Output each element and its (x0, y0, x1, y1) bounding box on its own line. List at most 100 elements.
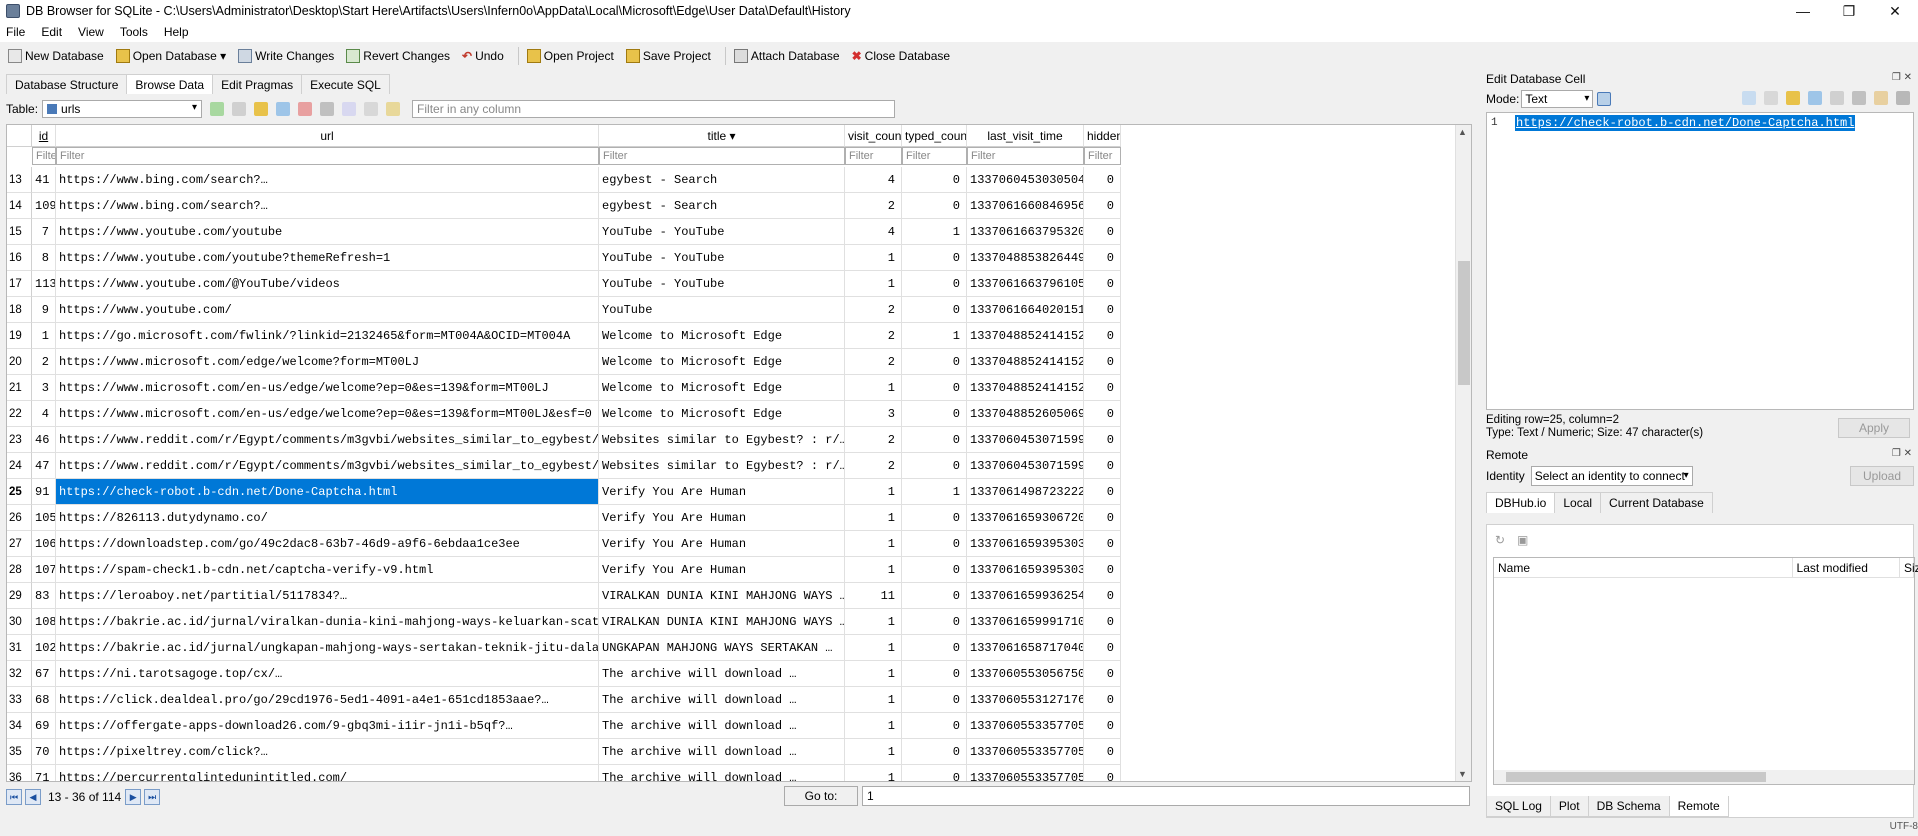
table-cell[interactable]: 0 (1084, 427, 1121, 453)
table-cell[interactable]: 1 (845, 557, 902, 583)
table-cell[interactable]: 13370488524141524 (967, 349, 1084, 375)
filter-url[interactable]: Filter (56, 147, 599, 165)
table-cell[interactable]: 1 (845, 635, 902, 661)
table-cell[interactable]: 0 (902, 375, 967, 401)
tab-current-database[interactable]: Current Database (1600, 492, 1713, 513)
float-close-icon[interactable]: ❐ ✕ (1892, 72, 1912, 83)
table-cell[interactable]: https://www.youtube.com/@YouTube/videos (56, 271, 599, 297)
table-cell[interactable]: https://click.dealdeal.pro/go/29cd1976-5… (56, 687, 599, 713)
column-header-size[interactable]: Size (1900, 558, 1918, 577)
table-cell[interactable]: Verify You Are Human (599, 557, 845, 583)
table-cell[interactable]: 2 (845, 427, 902, 453)
filter-id[interactable]: Filter (32, 147, 56, 165)
table-cell[interactable]: https://bakrie.ac.id/jurnal/ungkapan-mah… (56, 635, 599, 661)
identity-select[interactable]: Select an identity to connect ▾ (1530, 466, 1693, 486)
filter-visit-count[interactable]: Filter (845, 147, 902, 165)
table-cell[interactable]: VIRALKAN DUNIA KINI MAHJONG WAYS … (599, 583, 845, 609)
table-cell[interactable]: Welcome to Microsoft Edge (599, 323, 845, 349)
clear-icon[interactable] (1874, 91, 1888, 105)
table-cell[interactable]: 0 (902, 557, 967, 583)
table-row[interactable]: 36 71 https://percurrentglintedunintitled.… (7, 765, 1121, 781)
table-cell[interactable]: 1 (902, 219, 967, 245)
table-cell[interactable]: The archive will download … (599, 661, 845, 687)
table-cell[interactable]: 13370616599362540 (967, 583, 1084, 609)
table-cell[interactable]: 1 (845, 661, 902, 687)
table-cell[interactable]: 46 (32, 427, 56, 453)
table-cell[interactable]: 13370616593953038 (967, 557, 1084, 583)
table-cell[interactable]: 13370488526050699 (967, 401, 1084, 427)
scrollbar-thumb[interactable] (1458, 261, 1470, 385)
table-cell[interactable]: 13370604530715997 (967, 453, 1084, 479)
table-cell[interactable]: 0 (902, 635, 967, 661)
column-header-id[interactable]: id (32, 125, 56, 147)
table-cell[interactable]: 0 (1084, 479, 1121, 505)
filter-typed-count[interactable]: Filter (902, 147, 967, 165)
clear-filters-icon[interactable] (232, 102, 247, 116)
global-filter-input[interactable]: Filter in any column (412, 100, 896, 118)
grid-vertical-scrollbar[interactable]: ▲ ▼ (1455, 125, 1471, 781)
table-cell[interactable]: 13370604530305046 (967, 167, 1084, 193)
table-cell[interactable]: https://check-robot.b-cdn.net/Done-Captc… (56, 479, 599, 505)
table-cell[interactable]: 13370616587170402 (967, 635, 1084, 661)
table-cell[interactable]: 1 (32, 323, 56, 349)
tab-edit-pragmas[interactable]: Edit Pragmas (212, 74, 303, 94)
export-icon[interactable] (1808, 91, 1822, 105)
column-header-title[interactable]: title ▾ (599, 125, 845, 147)
table-cell[interactable]: 0 (1084, 739, 1121, 765)
table-row[interactable]: 13 41 https://www.bing.com/search?… egybest… (7, 167, 1121, 193)
table-cell[interactable]: 0 (902, 427, 967, 453)
table-row[interactable]: 23 46 https://www.reddit.com/r/Egypt/comme… (7, 427, 1121, 453)
table-cell[interactable]: UNGKAPAN MAHJONG WAYS SERTAKAN … (599, 635, 845, 661)
table-cell[interactable]: 13370616593953038 (967, 531, 1084, 557)
table-cell[interactable]: 106 (32, 531, 56, 557)
table-cell[interactable]: 13370605533577058 (967, 765, 1084, 781)
tab-execute-sql[interactable]: Execute SQL (301, 74, 390, 94)
table-cell[interactable]: 13370616599917103 (967, 609, 1084, 635)
table-cell[interactable]: 0 (1084, 219, 1121, 245)
save-cell-icon[interactable] (1852, 91, 1866, 105)
table-cell[interactable]: 8 (32, 245, 56, 271)
table-row[interactable]: 25 91 https://check-robot.b-cdn.net/Done-C… (7, 479, 1121, 505)
menu-edit[interactable]: Edit (41, 25, 62, 39)
table-cell[interactable]: 0 (1084, 505, 1121, 531)
tab-sql-log[interactable]: SQL Log (1486, 796, 1551, 817)
cell-editor[interactable]: 1 https://check-robot.b-cdn.net/Done-Cap… (1486, 112, 1914, 410)
tab-db-schema[interactable]: DB Schema (1587, 796, 1670, 817)
column-header-url[interactable]: url (56, 125, 599, 147)
table-cell[interactable]: 3 (32, 375, 56, 401)
table-cell[interactable]: 0 (902, 739, 967, 765)
table-cell[interactable]: 0 (1084, 271, 1121, 297)
menu-help[interactable]: Help (164, 25, 189, 39)
scroll-down-icon[interactable]: ▼ (1458, 769, 1467, 779)
next-record-icon[interactable]: ▶ (125, 789, 142, 805)
menu-file[interactable]: File (6, 25, 25, 39)
cell-content[interactable]: https://check-robot.b-cdn.net/Done-Captc… (1515, 115, 1856, 131)
previous-record-icon[interactable]: ◀ (25, 789, 41, 805)
filter-last-visit-time[interactable]: Filter (967, 147, 1084, 165)
print-icon[interactable] (320, 102, 335, 116)
table-cell[interactable]: 13370488524141524 (967, 323, 1084, 349)
column-header-hidden[interactable]: hidden (1084, 125, 1121, 147)
table-cell[interactable]: 1 (845, 713, 902, 739)
word-wrap-icon[interactable] (1742, 91, 1756, 105)
table-cell[interactable]: 1 (845, 609, 902, 635)
table-cell[interactable]: The archive will download … (599, 765, 845, 781)
clone-icon[interactable]: ▣ (1517, 533, 1528, 547)
table-cell[interactable]: 105 (32, 505, 56, 531)
table-cell[interactable]: 3 (845, 401, 902, 427)
tab-dbhub[interactable]: DBHub.io (1486, 492, 1556, 513)
table-cell[interactable]: 107 (32, 557, 56, 583)
table-cell[interactable]: 1 (845, 739, 902, 765)
new-database-button[interactable]: New Database (8, 49, 104, 63)
scroll-up-icon[interactable]: ▲ (1458, 127, 1467, 137)
table-cell[interactable]: Verify You Are Human (599, 531, 845, 557)
upload-button[interactable]: Upload (1850, 466, 1914, 486)
table-row[interactable]: 31 102 https://bakrie.ac.id/jurnal/ungkapa… (7, 635, 1121, 661)
last-record-icon[interactable]: ⏭ (144, 789, 161, 805)
table-cell[interactable]: 102 (32, 635, 56, 661)
tab-plot[interactable]: Plot (1549, 796, 1589, 817)
table-cell[interactable]: YouTube - YouTube (599, 245, 845, 271)
table-row[interactable]: 14 109 https://www.bing.com/search?… egybes… (7, 193, 1121, 219)
table-row[interactable]: 30 108 https://bakrie.ac.id/jurnal/viralka… (7, 609, 1121, 635)
table-cell[interactable]: 0 (1084, 687, 1121, 713)
